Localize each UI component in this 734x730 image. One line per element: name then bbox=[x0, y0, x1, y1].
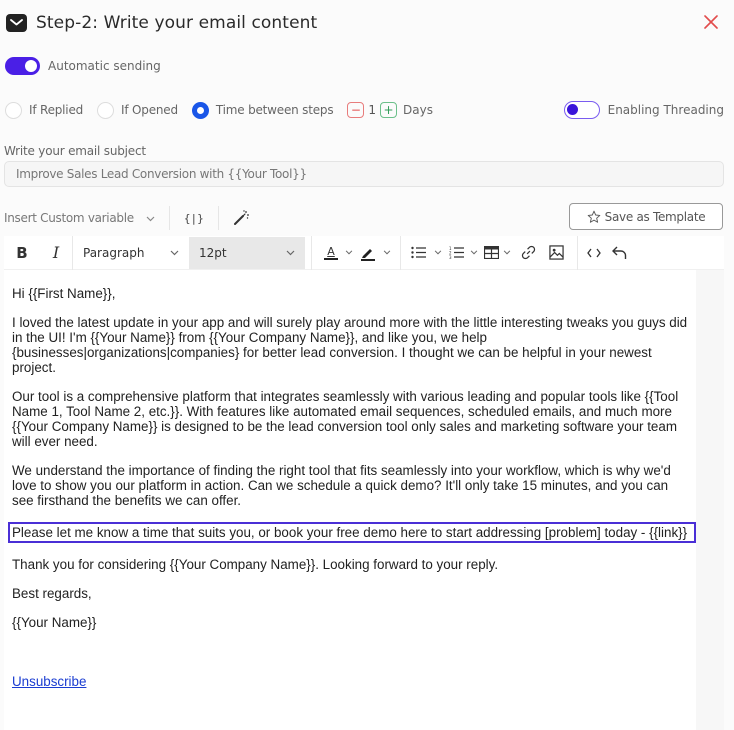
threading-toggle-group: Enabling Threading bbox=[563, 100, 724, 120]
highlighter-icon bbox=[361, 248, 375, 261]
bullet-list-button[interactable] bbox=[405, 239, 431, 267]
editor-toolbar: B I Paragraph 12pt A 123 bbox=[4, 235, 724, 270]
selected-paragraph[interactable]: Please let me know a time that suits you… bbox=[8, 522, 696, 543]
send-condition-row: If Replied If Opened Time between steps … bbox=[5, 100, 724, 120]
text-color-button[interactable]: A bbox=[320, 239, 342, 267]
toggle-knob bbox=[566, 104, 578, 115]
editor-scrollbar[interactable] bbox=[696, 270, 724, 730]
star-icon bbox=[587, 210, 600, 223]
days-unit-label: Days bbox=[403, 103, 433, 117]
bullet-list-icon bbox=[410, 246, 426, 259]
divider bbox=[311, 235, 312, 270]
divider bbox=[168, 206, 170, 230]
modal-header: Step-2: Write your email content bbox=[6, 10, 724, 36]
days-decrement-button[interactable]: − bbox=[347, 102, 365, 118]
email-body[interactable]: Hi {{First Name}}, I loved the latest up… bbox=[4, 270, 696, 703]
automatic-sending-label: Automatic sending bbox=[48, 59, 161, 73]
modal-title: Step-2: Write your email content bbox=[36, 13, 318, 33]
variable-toolbar: Insert Custom variable {|} bbox=[4, 206, 284, 230]
close-icon[interactable] bbox=[700, 11, 722, 33]
insert-variable-dropdown[interactable]: Insert Custom variable bbox=[4, 211, 155, 225]
threading-label: Enabling Threading bbox=[607, 103, 724, 117]
days-increment-button[interactable]: + bbox=[380, 102, 398, 118]
block-format-value: Paragraph bbox=[83, 245, 145, 260]
source-code-button[interactable] bbox=[580, 239, 608, 267]
svg-text:3: 3 bbox=[449, 255, 452, 259]
chevron-down-icon bbox=[383, 250, 391, 255]
numbered-list-icon: 123 bbox=[449, 246, 464, 259]
bold-button[interactable]: B bbox=[4, 239, 40, 267]
chevron-down-icon bbox=[146, 211, 155, 225]
mail-icon bbox=[6, 14, 27, 32]
threading-toggle[interactable] bbox=[563, 101, 600, 119]
text-color-dropdown[interactable] bbox=[342, 239, 356, 267]
thanks-paragraph: Thank you for considering {{Your Company… bbox=[12, 557, 499, 572]
chevron-down-icon bbox=[503, 250, 511, 255]
automatic-sending-row: Automatic sending bbox=[5, 57, 161, 75]
text-color-icon: A bbox=[327, 244, 335, 258]
chevron-down-icon bbox=[470, 250, 478, 255]
subject-label: Write your email subject bbox=[4, 144, 146, 158]
table-dropdown[interactable] bbox=[501, 239, 513, 267]
highlight-color-button[interactable] bbox=[356, 239, 380, 267]
font-size-value: 12pt bbox=[199, 245, 227, 260]
table-button[interactable] bbox=[481, 239, 501, 267]
link-icon bbox=[521, 245, 535, 260]
signature-paragraph: {{Your Name}} bbox=[12, 615, 97, 630]
radio-label-if-opened[interactable]: If Opened bbox=[121, 103, 178, 117]
divider bbox=[577, 235, 578, 270]
body-paragraph: We understand the importance of finding … bbox=[12, 463, 671, 508]
subject-input[interactable] bbox=[4, 161, 724, 187]
insert-variable-label: Insert Custom variable bbox=[4, 211, 134, 225]
days-value[interactable]: 1 bbox=[368, 103, 376, 117]
table-icon bbox=[483, 246, 499, 259]
undo-button[interactable] bbox=[608, 239, 630, 267]
save-as-template-label: Save as Template bbox=[604, 209, 706, 224]
divider bbox=[400, 235, 401, 270]
divider bbox=[217, 206, 219, 230]
bullet-list-dropdown[interactable] bbox=[431, 239, 445, 267]
body-paragraph: Our tool is a comprehensive platform tha… bbox=[12, 389, 679, 449]
magic-wand-icon[interactable] bbox=[233, 210, 249, 226]
image-button[interactable] bbox=[543, 239, 569, 267]
radio-label-if-replied[interactable]: If Replied bbox=[29, 103, 83, 117]
email-editor: B I Paragraph 12pt A 123 Hi {{First Name… bbox=[4, 235, 724, 730]
chevron-down-icon bbox=[170, 250, 179, 255]
body-paragraph: I loved the latest update in your app an… bbox=[12, 315, 688, 375]
italic-button[interactable]: I bbox=[40, 239, 72, 267]
radio-time-between-steps[interactable] bbox=[191, 101, 209, 119]
greeting-paragraph: Hi {{First Name}}, bbox=[12, 286, 116, 301]
numbered-list-button[interactable]: 123 bbox=[445, 239, 467, 267]
spintax-button[interactable]: {|} bbox=[184, 212, 204, 225]
numbered-list-dropdown[interactable] bbox=[467, 239, 481, 267]
link-button[interactable] bbox=[513, 239, 543, 267]
toggle-knob bbox=[25, 60, 37, 72]
font-size-dropdown[interactable]: 12pt bbox=[189, 236, 305, 269]
image-icon bbox=[548, 245, 564, 260]
radio-label-time-between-steps[interactable]: Time between steps bbox=[216, 103, 334, 117]
chevron-down-icon bbox=[286, 250, 295, 255]
signoff-paragraph: Best regards, bbox=[12, 586, 92, 601]
block-format-dropdown[interactable]: Paragraph bbox=[73, 237, 189, 269]
automatic-sending-toggle[interactable] bbox=[5, 57, 40, 75]
color-bar bbox=[324, 257, 338, 260]
unsubscribe-link[interactable]: Unsubscribe bbox=[12, 674, 86, 689]
radio-if-replied[interactable] bbox=[5, 101, 22, 119]
undo-icon bbox=[611, 246, 626, 259]
highlight-color-dropdown[interactable] bbox=[380, 239, 394, 267]
chevron-down-icon bbox=[434, 250, 442, 255]
chevron-down-icon bbox=[345, 250, 353, 255]
radio-if-opened[interactable] bbox=[97, 101, 115, 119]
code-icon bbox=[587, 248, 601, 257]
save-as-template-button[interactable]: Save as Template bbox=[569, 203, 723, 230]
